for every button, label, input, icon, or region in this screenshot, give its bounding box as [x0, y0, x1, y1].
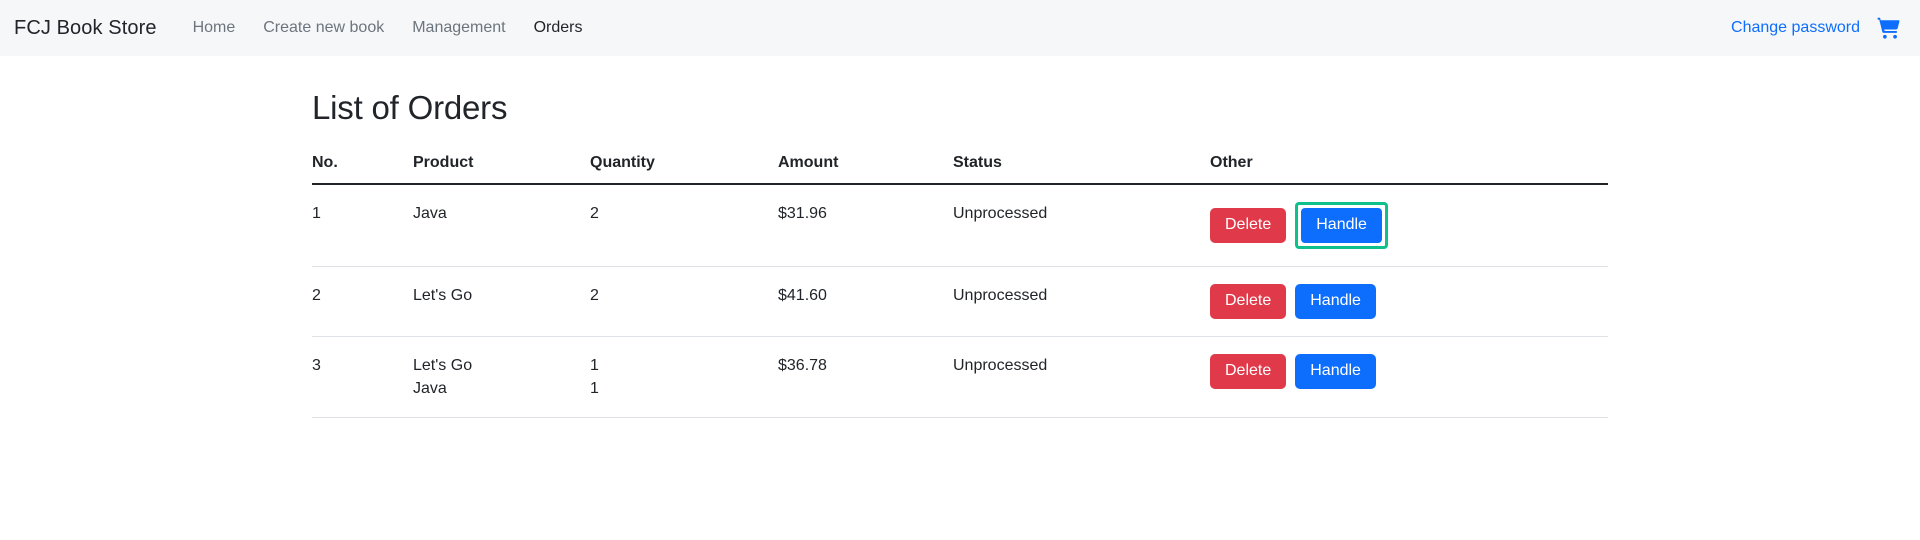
orders-table-header: No. Product Quantity Amount Status Other [312, 153, 1608, 185]
cell-quantity: 2 [590, 183, 778, 267]
nav-link-create-new-book[interactable]: Create new book [249, 20, 398, 36]
handle-button[interactable]: Handle [1295, 353, 1376, 389]
orders-table-body: 1 Java 2 $31.96 Unprocessed Delete Handl… [312, 183, 1608, 418]
cell-no: 2 [312, 266, 413, 337]
cell-quantity: 1 1 [590, 336, 778, 418]
delete-button[interactable]: Delete [1210, 283, 1287, 319]
row-actions: Delete Handle [1210, 283, 1608, 319]
table-row: 3 Let's Go Java 1 1 $36.78 Unprocessed D… [312, 336, 1608, 418]
top-navbar: FCJ Book Store Home Create new book Mana… [0, 0, 1920, 56]
column-header-amount: Amount [778, 153, 953, 185]
cell-product: Let's Go [413, 266, 590, 337]
shopping-cart-icon[interactable] [1876, 15, 1902, 41]
cell-other: Delete Handle [1210, 266, 1608, 337]
orders-table: No. Product Quantity Amount Status Other… [312, 153, 1608, 418]
quantity-value: 1 [590, 356, 599, 374]
column-header-status: Status [953, 153, 1210, 185]
cell-amount: $36.78 [778, 336, 953, 418]
product-name: Java [413, 379, 447, 397]
cell-status: Unprocessed [953, 266, 1210, 337]
cell-amount: $31.96 [778, 183, 953, 267]
main-content: List of Orders No. Product Quantity Amou… [0, 56, 1920, 418]
product-name: Let's Go [413, 286, 473, 304]
brand-title[interactable]: FCJ Book Store [14, 18, 157, 38]
change-password-link[interactable]: Change password [1731, 20, 1860, 36]
handle-button-focus-outline: Handle [1295, 201, 1388, 249]
row-actions: Delete Handle [1210, 353, 1608, 389]
table-header-row: No. Product Quantity Amount Status Other [312, 153, 1608, 185]
nav-link-home[interactable]: Home [179, 20, 250, 36]
page-title: List of Orders [312, 89, 508, 126]
product-name: Let's Go [413, 356, 473, 374]
column-header-other: Other [1210, 153, 1608, 185]
row-actions: Delete Handle [1210, 201, 1608, 249]
cell-other: Delete Handle [1210, 183, 1608, 267]
cell-amount: $41.60 [778, 266, 953, 337]
column-header-quantity: Quantity [590, 153, 778, 185]
cell-other: Delete Handle [1210, 336, 1608, 418]
navbar-right-actions: Change password [1731, 15, 1902, 41]
handle-button[interactable]: Handle [1295, 283, 1376, 319]
cell-no: 3 [312, 336, 413, 418]
table-row: 1 Java 2 $31.96 Unprocessed Delete Handl… [312, 183, 1608, 267]
quantity-value: 2 [590, 286, 599, 304]
cell-status: Unprocessed [953, 183, 1210, 267]
handle-button[interactable]: Handle [1301, 207, 1382, 243]
quantity-value: 1 [590, 379, 599, 397]
column-header-no: No. [312, 153, 413, 185]
product-name: Java [413, 204, 447, 222]
column-header-product: Product [413, 153, 590, 185]
cell-no: 1 [312, 183, 413, 267]
nav-link-orders[interactable]: Orders [520, 20, 597, 36]
quantity-value: 2 [590, 204, 599, 222]
table-row: 2 Let's Go 2 $41.60 Unprocessed Delete H… [312, 266, 1608, 337]
nav-link-management[interactable]: Management [398, 20, 519, 36]
delete-button[interactable]: Delete [1210, 207, 1287, 243]
cell-product: Let's Go Java [413, 336, 590, 418]
cell-product: Java [413, 183, 590, 267]
cell-status: Unprocessed [953, 336, 1210, 418]
delete-button[interactable]: Delete [1210, 353, 1287, 389]
cell-quantity: 2 [590, 266, 778, 337]
primary-nav: Home Create new book Management Orders [179, 20, 597, 36]
